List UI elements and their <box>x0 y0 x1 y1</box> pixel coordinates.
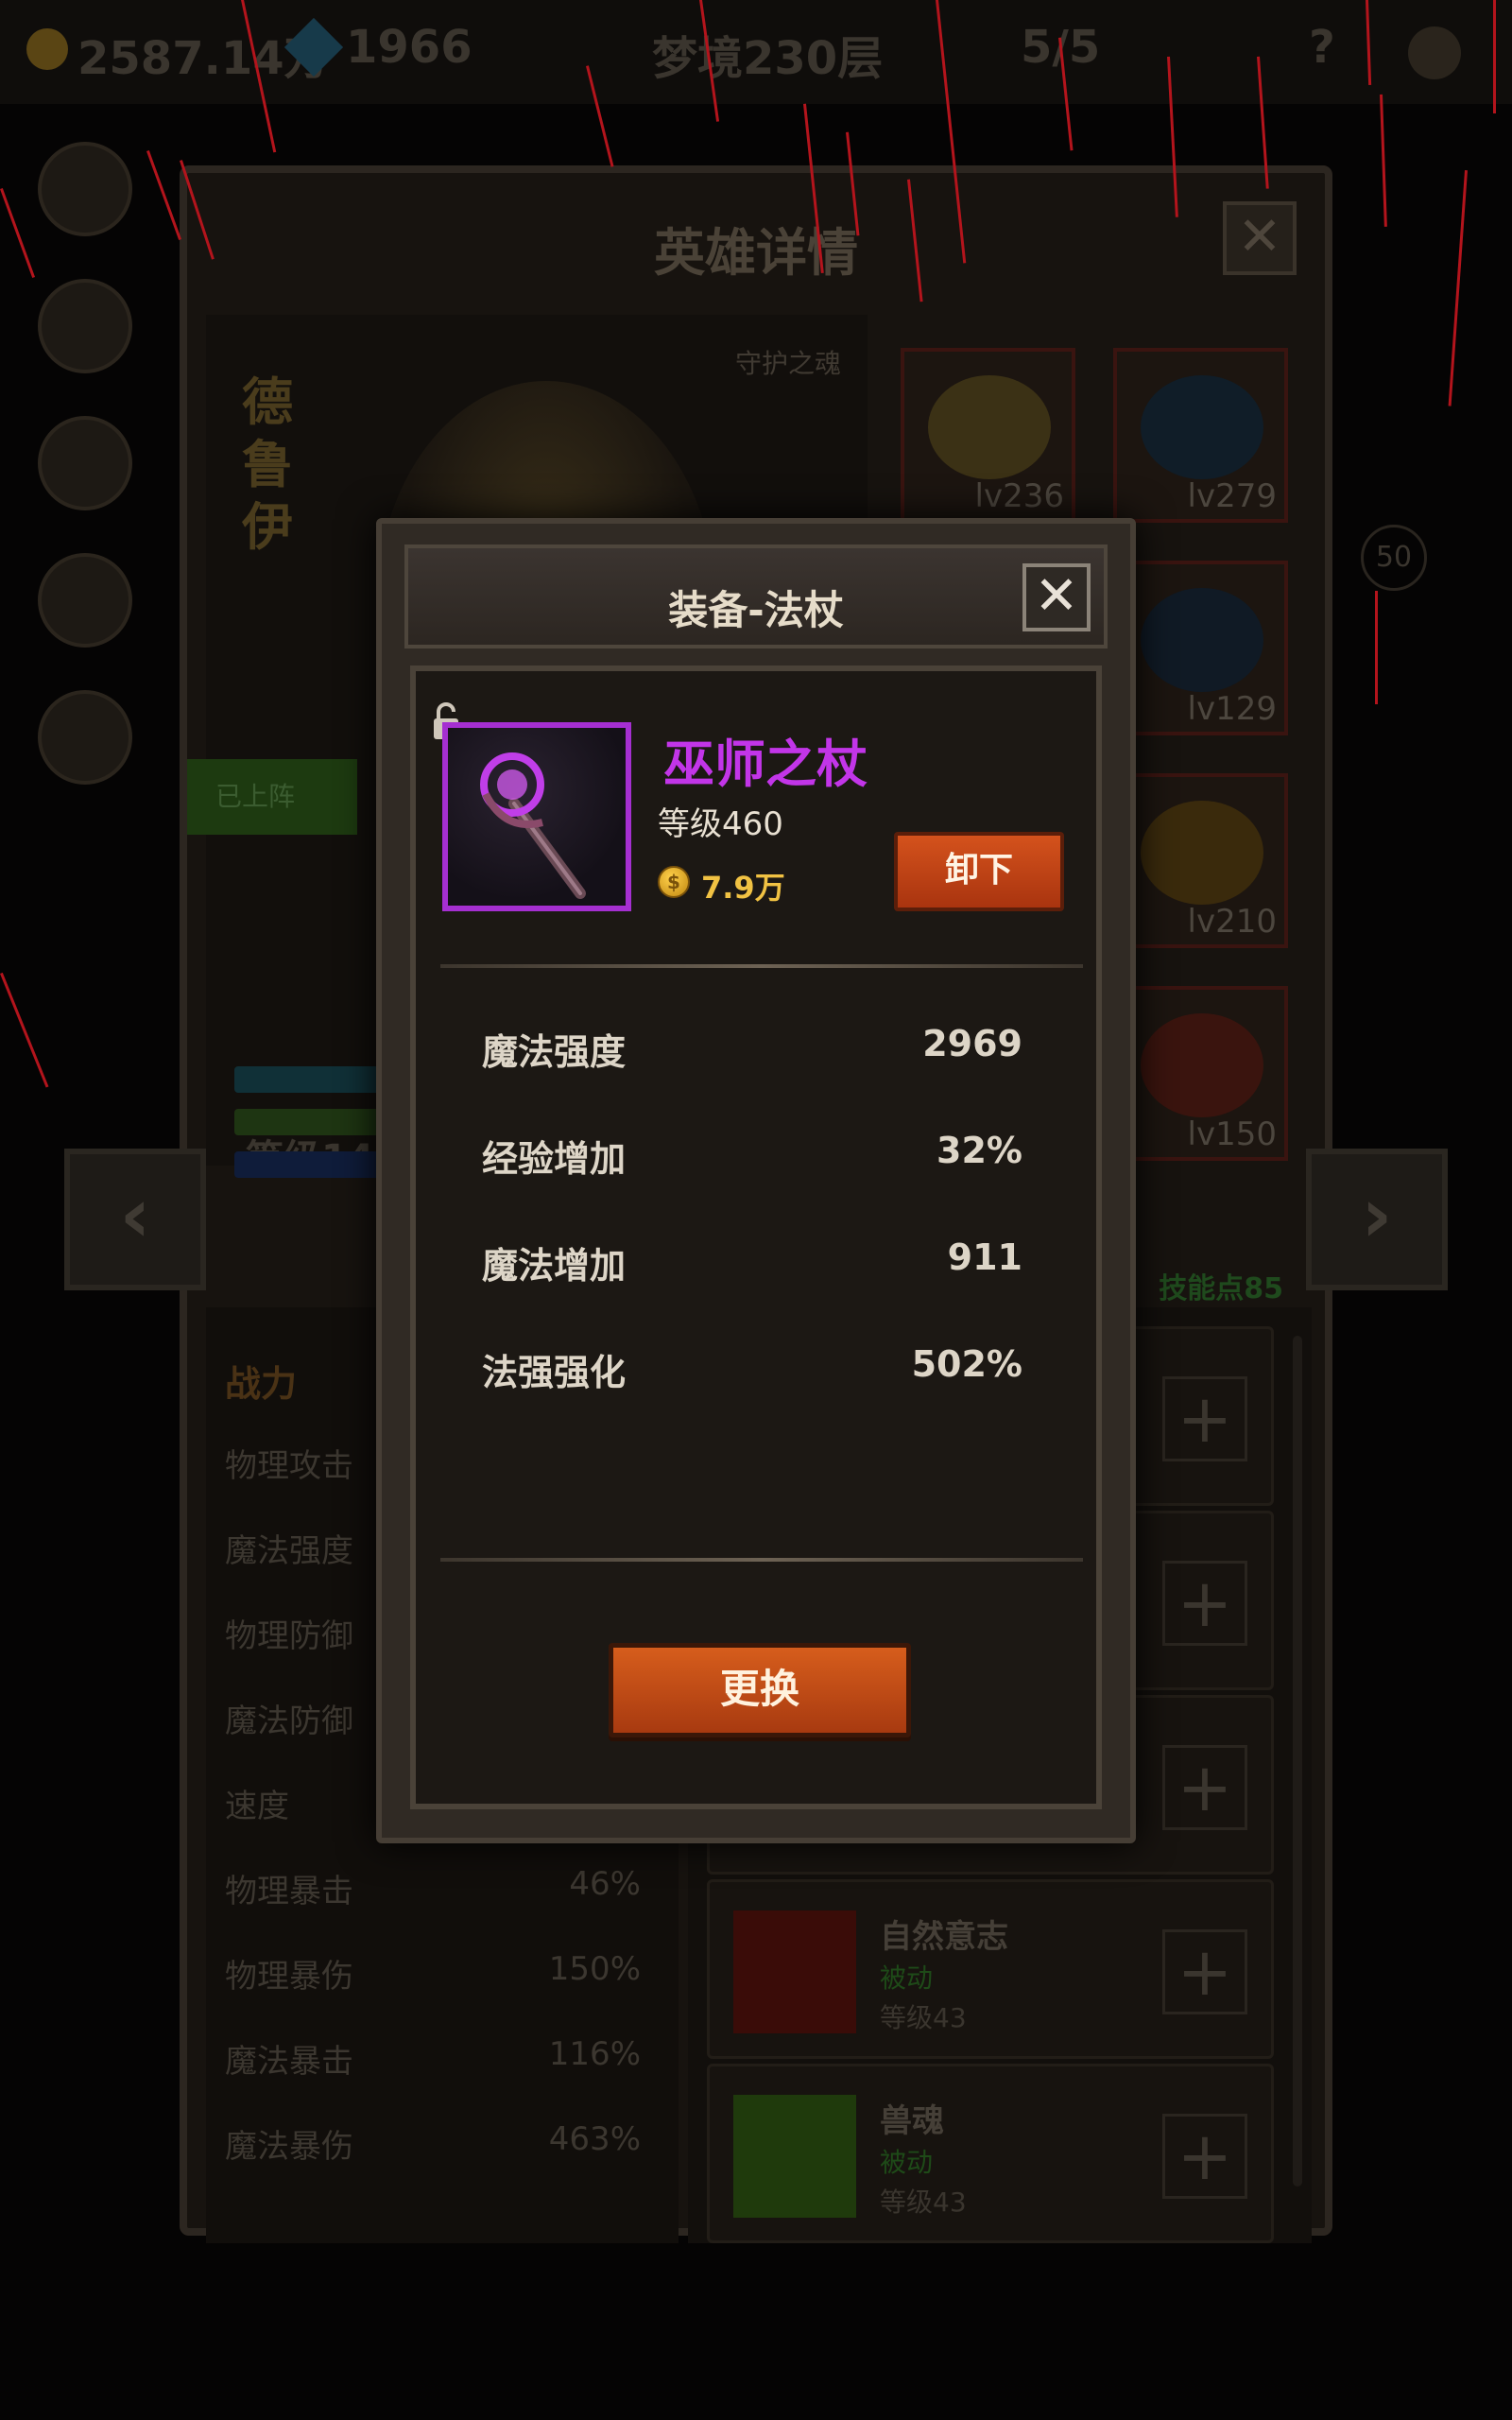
skills-scrollbar[interactable] <box>1293 1336 1302 2187</box>
skill-upgrade-button[interactable]: + <box>1162 1929 1247 2014</box>
side-level-badge: 50 <box>1361 525 1427 591</box>
stat-label: 魔法暴伤 <box>225 2128 353 2166</box>
equipment-modal: 装备-法杖 ✕ 巫师之杖 等级460 $ 7.9万 卸下 魔法强度 2969 经… <box>376 518 1136 1843</box>
stat-row: 魔法暴伤 463% <box>225 2120 641 2177</box>
helmet-icon <box>928 375 1051 479</box>
skill-upgrade-button[interactable]: + <box>1162 1376 1247 1461</box>
deployed-tag: 已上阵 <box>187 759 357 835</box>
modal-title: 装备-法杖 <box>668 587 844 633</box>
attribute-value: 911 <box>947 1236 1022 1278</box>
stat-value: 116% <box>548 2035 641 2073</box>
prev-hero-button[interactable]: ‹ <box>64 1149 206 1290</box>
equip-slot-level: lv150 <box>1187 1115 1277 1153</box>
equip-slot-ring[interactable]: lv210 <box>1113 773 1288 948</box>
hero-avatar-5[interactable] <box>38 690 132 785</box>
hero-avatar-4[interactable] <box>38 553 132 648</box>
hero-avatar-3[interactable] <box>38 416 132 510</box>
stat-label: 魔法防御 <box>225 1703 353 1740</box>
power-label: 战力 <box>225 1363 298 1405</box>
attribute-label: 法强强化 <box>482 1352 627 1393</box>
attribute-row: 法强强化 502% <box>482 1343 1022 1400</box>
attribute-label: 魔法强度 <box>482 1031 627 1073</box>
attribute-label: 经验增加 <box>482 1138 627 1180</box>
equip-slot-armor[interactable]: lv150 <box>1113 986 1288 1161</box>
top-resource-bar: 2587.14万 1966 梦境230层 5/5 ? <box>0 0 1512 104</box>
skill-name: 兽魂 <box>880 2102 944 2140</box>
divider <box>440 1558 1083 1562</box>
skill-level: 等级43 <box>880 2187 967 2218</box>
equip-slot-level: lv210 <box>1187 903 1277 941</box>
stat-row: 物理暴击 46% <box>225 1865 641 1922</box>
attribute-row: 魔法增加 911 <box>482 1236 1022 1293</box>
gold-coin-icon: $ <box>658 866 690 898</box>
stat-value: 463% <box>548 2120 641 2158</box>
hero-name: 德鲁伊 <box>242 372 293 557</box>
item-level: 等级460 <box>658 805 783 843</box>
rain-streak <box>1375 591 1378 704</box>
attribute-value: 2969 <box>922 1023 1022 1064</box>
ring-icon <box>1141 801 1263 905</box>
equip-slot-helmet[interactable]: lv236 <box>901 348 1075 523</box>
wizard-staff-icon <box>480 752 586 899</box>
stat-value: 150% <box>548 1950 641 1988</box>
hero-avatar-2[interactable] <box>38 279 132 373</box>
modal-header: 装备-法杖 ✕ <box>404 544 1108 648</box>
skill-card: 自然意志 被动 等级43 + <box>707 1879 1274 2059</box>
modal-close-button[interactable]: ✕ <box>1022 563 1091 631</box>
help-button[interactable]: ? <box>1309 21 1335 74</box>
stat-label: 物理攻击 <box>225 1447 353 1485</box>
next-hero-button[interactable]: › <box>1306 1149 1448 1290</box>
stat-row: 魔法暴击 116% <box>225 2035 641 2092</box>
hero-detail-close-button[interactable]: ✕ <box>1223 201 1297 275</box>
stat-label: 速度 <box>225 1788 289 1825</box>
stat-row: 物理暴伤 150% <box>225 1950 641 2007</box>
settings-gear-icon[interactable] <box>1408 26 1461 79</box>
stat-value: 46% <box>569 1865 641 1903</box>
gold-coin-icon <box>26 28 68 70</box>
hero-avatar-1[interactable] <box>38 142 132 236</box>
skill-upgrade-button[interactable]: + <box>1162 1745 1247 1830</box>
skill-points: 技能点85 <box>1159 1272 1283 1305</box>
skill-type: 被动 <box>880 2147 934 2178</box>
equip-slot-level: lv236 <box>974 477 1064 515</box>
stat-label: 魔法强度 <box>225 1532 353 1570</box>
dream-floor-label: 梦境230层 <box>652 32 884 85</box>
gem-amount: 1966 <box>346 21 472 74</box>
nature-will-skill-icon <box>733 1910 856 2033</box>
attribute-row: 魔法强度 2969 <box>482 1023 1022 1080</box>
divider <box>440 964 1083 968</box>
necklace-icon <box>1141 375 1263 479</box>
attribute-label: 魔法增加 <box>482 1245 627 1287</box>
equip-slot-level: lv129 <box>1187 690 1277 728</box>
hero-detail-title: 英雄详情 <box>654 223 858 283</box>
skill-name: 自然意志 <box>880 1918 1008 1956</box>
rain-streak <box>1493 0 1496 113</box>
item-icon-frame <box>442 722 631 911</box>
attribute-value: 32% <box>936 1130 1022 1171</box>
stat-label: 物理暴伤 <box>225 1958 353 1996</box>
beast-soul-skill-icon <box>733 2095 856 2218</box>
skill-level: 等级43 <box>880 2002 967 2033</box>
skill-card: 兽魂 被动 等级43 + <box>707 2064 1274 2243</box>
skill-type: 被动 <box>880 1962 934 1994</box>
guardian-soul-label: 守护之魂 <box>735 348 842 379</box>
stat-label: 物理防御 <box>225 1617 353 1655</box>
replace-button[interactable]: 更换 <box>609 1643 911 1737</box>
attribute-value: 502% <box>911 1343 1022 1385</box>
skill-upgrade-button[interactable]: + <box>1162 1561 1247 1646</box>
item-name: 巫师之杖 <box>663 735 868 794</box>
equip-slot-necklace[interactable]: lv279 <box>1113 348 1288 523</box>
skill-upgrade-button[interactable]: + <box>1162 2114 1247 2199</box>
equip-slot-level: lv279 <box>1187 477 1277 515</box>
stat-label: 魔法暴击 <box>225 2043 353 2081</box>
item-price: 7.9万 <box>701 870 785 906</box>
stat-label: 物理暴击 <box>225 1873 353 1910</box>
attribute-row: 经验增加 32% <box>482 1130 1022 1186</box>
equip-slot-boots[interactable]: lv129 <box>1113 561 1288 735</box>
boots-icon <box>1141 588 1263 692</box>
armor-icon <box>1141 1013 1263 1117</box>
unequip-button[interactable]: 卸下 <box>894 832 1064 911</box>
